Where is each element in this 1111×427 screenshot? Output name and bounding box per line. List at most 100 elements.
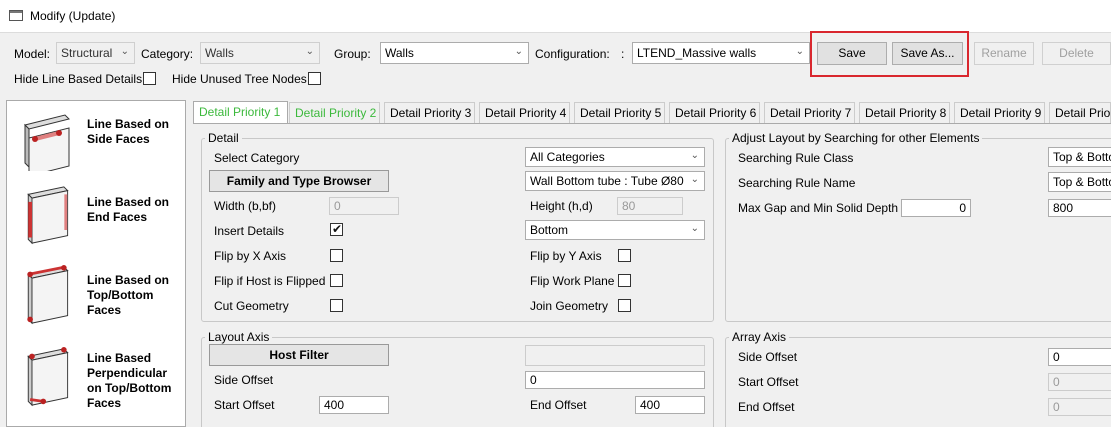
tab-detail-priority-5[interactable]: Detail Priority 5	[574, 102, 665, 123]
tab-detail-priority-1[interactable]: Detail Priority 1	[193, 101, 288, 124]
tab-detail-priority-7[interactable]: Detail Priority 7	[764, 102, 855, 123]
rename-button[interactable]: Rename	[974, 42, 1034, 65]
layout-side-offset-input[interactable]: 0	[525, 371, 705, 389]
configuration-colon: :	[621, 47, 625, 61]
array-start-offset-label: Start Offset	[738, 375, 799, 389]
configuration-select[interactable]: LTEND_Massive walls ⌄	[632, 42, 810, 64]
flip-x-label: Flip by X Axis	[214, 249, 287, 263]
side-faces-icon	[24, 114, 70, 171]
family-type-dropdown[interactable]: Wall Bottom tube : Tube Ø80 ⌄	[525, 171, 705, 191]
chevron-down-icon: ⌄	[795, 46, 804, 57]
array-start-offset-input[interactable]: 0	[1048, 373, 1111, 391]
group-select[interactable]: Walls ⌄	[380, 42, 529, 64]
list-item-label: Line Based on Side Faces	[87, 117, 170, 146]
max-gap-label: Max Gap and Min Solid Depth	[738, 201, 899, 215]
layout-start-offset-label: Start Offset	[214, 398, 275, 412]
flip-x-checkbox[interactable]	[330, 249, 343, 262]
flip-work-plane-checkbox[interactable]	[618, 274, 631, 287]
tab-detail-priority-10[interactable]: Detail Priority 10	[1049, 102, 1111, 123]
array-side-offset-input[interactable]: 0	[1048, 348, 1111, 366]
tab-detail-priority-3[interactable]: Detail Priority 3	[384, 102, 475, 123]
family-type-browser-button[interactable]: Family and Type Browser	[209, 170, 389, 192]
priority-tabs: Detail Priority 1 Detail Priority 2 Deta…	[193, 101, 1111, 124]
tab-detail-priority-2[interactable]: Detail Priority 2	[289, 102, 380, 123]
select-category-label: Select Category	[214, 151, 300, 165]
window-title: Modify (Update)	[30, 9, 116, 23]
position-value: Bottom	[530, 223, 569, 237]
chevron-down-icon: ⌄	[120, 46, 129, 57]
list-item-side-faces[interactable]: Line Based on Side Faces	[7, 107, 185, 185]
list-item-label: Line Based on Top/Bottom Faces	[87, 273, 170, 317]
min-solid-depth-input[interactable]: 800	[1048, 199, 1111, 217]
layout-end-offset-label: End Offset	[530, 398, 587, 412]
rule-name-value: Top & Bottom	[1053, 175, 1111, 189]
chevron-down-icon: ⌄	[690, 150, 699, 161]
rule-name-dropdown[interactable]: Top & Bottom	[1048, 172, 1111, 192]
layout-axis-title: Layout Axis	[205, 330, 273, 344]
array-side-offset-label: Side Offset	[738, 350, 798, 364]
flip-host-checkbox[interactable]	[330, 274, 343, 287]
cut-geometry-label: Cut Geometry	[214, 299, 289, 313]
chevron-down-icon: ⌄	[690, 223, 699, 234]
insert-details-label: Insert Details	[214, 224, 285, 238]
list-item-perpendicular-faces[interactable]: Line Based Perpendicular on Top/Bottom F…	[7, 341, 185, 426]
configuration-label: Configuration:	[535, 47, 610, 61]
select-category-dropdown[interactable]: All Categories ⌄	[525, 147, 705, 167]
model-select[interactable]: Structural ⌄	[56, 42, 135, 64]
join-geometry-checkbox[interactable]	[618, 299, 631, 312]
tab-detail-priority-8[interactable]: Detail Priority 8	[859, 102, 950, 123]
height-input[interactable]: 80	[617, 197, 683, 215]
tab-detail-priority-4[interactable]: Detail Priority 4	[479, 102, 570, 123]
line-based-list: Line Based on Side Faces Line Based on E…	[6, 100, 186, 427]
array-axis-title: Array Axis	[729, 330, 790, 344]
layout-end-offset-input[interactable]: 400	[635, 396, 705, 414]
category-label: Category:	[141, 47, 194, 61]
title-bar: Modify (Update)	[0, 0, 1111, 32]
flip-work-plane-label: Flip Work Plane	[530, 274, 615, 288]
tab-detail-priority-6[interactable]: Detail Priority 6	[669, 102, 760, 123]
rule-class-dropdown[interactable]: Top & Bottom	[1048, 147, 1111, 167]
perpendicular-faces-icon	[27, 347, 69, 407]
tab-detail-priority-9[interactable]: Detail Priority 9	[954, 102, 1045, 123]
width-input[interactable]: 0	[329, 197, 399, 215]
configuration-select-value: LTEND_Massive walls	[637, 46, 757, 60]
insert-details-checkbox[interactable]	[330, 222, 343, 236]
array-end-offset-input[interactable]: 0	[1048, 398, 1111, 416]
position-dropdown[interactable]: Bottom ⌄	[525, 220, 705, 240]
layout-side-offset-label: Side Offset	[214, 373, 274, 387]
select-category-value: All Categories	[530, 150, 605, 164]
window-icon	[9, 10, 23, 21]
delete-button[interactable]: Delete	[1042, 42, 1111, 65]
rule-name-label: Searching Rule Name	[738, 176, 856, 190]
host-filter-field[interactable]	[525, 345, 705, 366]
group-select-value: Walls	[385, 46, 414, 60]
flip-host-label: Flip if Host is Flipped	[214, 274, 326, 288]
host-filter-button[interactable]: Host Filter	[209, 344, 389, 366]
join-geometry-label: Join Geometry	[530, 299, 609, 313]
family-type-value: Wall Bottom tube : Tube Ø80	[530, 174, 684, 188]
list-item-end-faces[interactable]: Line Based on End Faces	[7, 185, 185, 263]
chevron-down-icon: ⌄	[688, 174, 699, 185]
chevron-down-icon: ⌄	[305, 46, 314, 57]
width-label: Width (b,bf)	[214, 199, 277, 213]
save-buttons-highlight	[810, 31, 969, 77]
model-label: Model:	[14, 47, 51, 61]
list-item-top-bottom-faces[interactable]: Line Based on Top/Bottom Faces	[7, 263, 185, 341]
adjust-layout-title: Adjust Layout by Searching for other Ele…	[729, 131, 983, 145]
detail-group-title: Detail	[205, 131, 242, 145]
top-bottom-faces-icon	[27, 265, 69, 325]
flip-y-checkbox[interactable]	[618, 249, 631, 262]
hide-line-based-label: Hide Line Based Details	[14, 72, 143, 86]
hide-line-based-checkbox[interactable]	[143, 72, 156, 85]
category-select-value: Walls	[205, 46, 234, 60]
max-gap-input[interactable]: 0	[901, 199, 971, 217]
category-select[interactable]: Walls ⌄	[200, 42, 320, 64]
cut-geometry-checkbox[interactable]	[330, 299, 343, 312]
layout-start-offset-input[interactable]: 400	[319, 396, 389, 414]
rule-class-label: Searching Rule Class	[738, 151, 854, 165]
list-item-label: Line Based Perpendicular on Top/Bottom F…	[87, 351, 172, 410]
array-end-offset-label: End Offset	[738, 400, 795, 414]
rule-class-value: Top & Bottom	[1053, 150, 1111, 164]
hide-unused-checkbox[interactable]	[308, 72, 321, 85]
chevron-down-icon: ⌄	[514, 46, 523, 57]
